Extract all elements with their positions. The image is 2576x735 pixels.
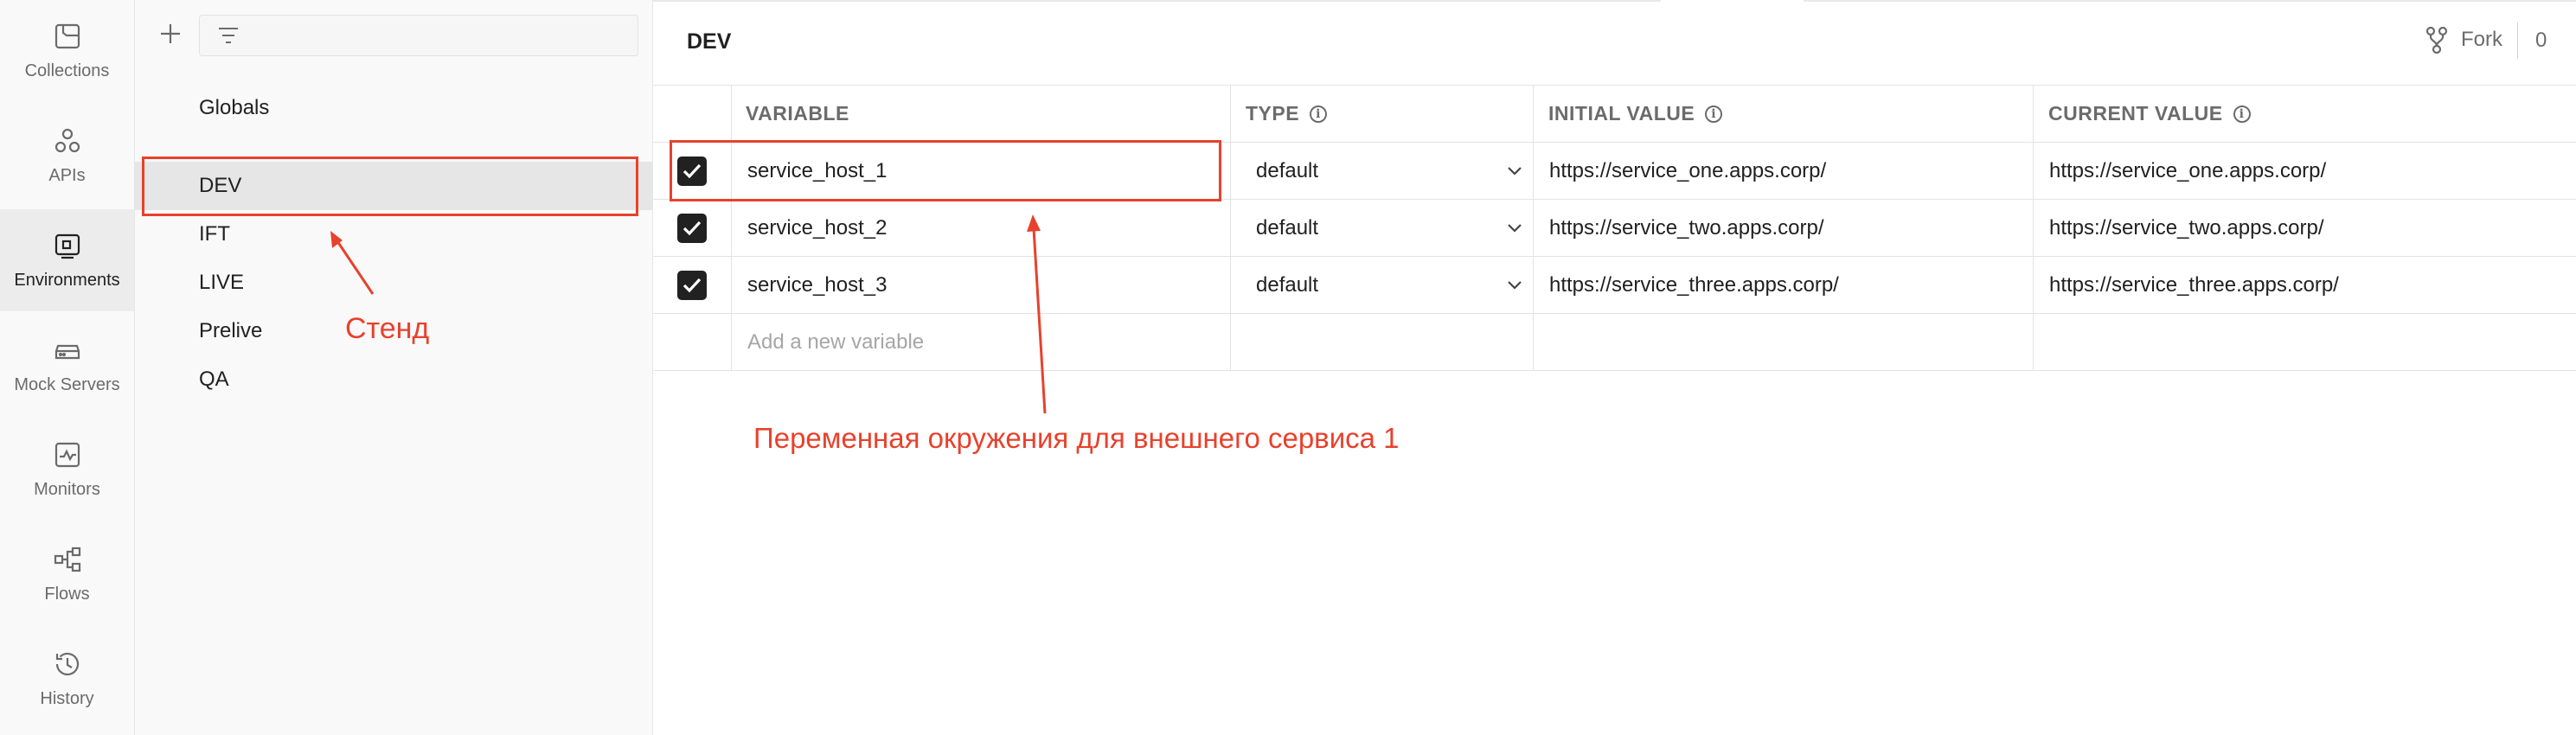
initial-value: https://service_two.apps.corp/ xyxy=(1549,215,1824,240)
sidebar-item-label: Environments xyxy=(14,270,120,290)
type-select[interactable]: default xyxy=(1256,257,1522,313)
history-icon xyxy=(55,652,79,675)
sidebar-item-label: Flows xyxy=(44,584,90,604)
chevron-down-icon xyxy=(1508,280,1522,290)
plus-icon xyxy=(161,24,180,43)
current-value: https://service_two.apps.corp/ xyxy=(2049,215,2324,240)
new-variable-placeholder: Add a new variable xyxy=(747,329,925,354)
column-header-label: INITIAL VALUE xyxy=(1548,102,1695,125)
filter-icon xyxy=(219,28,238,43)
sidebar-item-monitors[interactable]: Monitors xyxy=(0,419,134,521)
initial-value-cell[interactable]: https://service_two.apps.corp/ xyxy=(1549,200,1823,256)
stand-annotation: Стенд xyxy=(345,312,430,345)
fork-button[interactable]: Fork xyxy=(2425,26,2502,54)
sidebar-item-flows[interactable]: Flows xyxy=(0,523,134,625)
current-value: https://service_one.apps.corp/ xyxy=(2049,158,2327,182)
environment-item-globals[interactable]: Globals xyxy=(135,84,652,132)
initial-value-cell[interactable]: https://service_one.apps.corp/ xyxy=(1549,143,1826,199)
environment-item-qa[interactable]: QA xyxy=(135,355,652,404)
fork-label: Fork xyxy=(2461,28,2502,51)
type-select[interactable]: default xyxy=(1256,200,1522,256)
variable-name-cell[interactable]: service_host_3 xyxy=(747,257,887,313)
environment-item-ift[interactable]: IFT xyxy=(135,210,652,259)
sidebar-item-mock-servers[interactable]: Mock Servers xyxy=(0,314,134,416)
row-checkbox[interactable] xyxy=(677,200,707,256)
table-header-row: VARIABLE TYPE i INITIAL VALUE i CURRENT … xyxy=(653,86,2576,143)
environment-item-live[interactable]: LIVE xyxy=(135,259,652,307)
environments-icon xyxy=(54,233,80,259)
type-value: default xyxy=(1256,215,1319,240)
fork-icon xyxy=(2425,26,2448,54)
chevron-down-icon xyxy=(1508,223,1522,233)
initial-value-cell[interactable]: https://service_three.apps.corp/ xyxy=(1549,257,1839,313)
column-header-label: CURRENT VALUE xyxy=(2048,102,2223,125)
sidebar-item-collections[interactable]: Collections xyxy=(0,0,134,102)
environment-editor: DEV Fork 0 VARIABLE TYPE i INITIAL VALUE… xyxy=(653,0,2576,735)
column-header-type: TYPE i xyxy=(1246,86,1328,142)
checkmark-icon xyxy=(677,270,707,300)
top-divider xyxy=(653,0,1661,2)
top-divider xyxy=(1804,0,2576,2)
stand-arrow xyxy=(330,231,375,295)
collections-icon xyxy=(54,23,80,48)
variable-name: service_host_2 xyxy=(747,215,888,240)
environment-label: IFT xyxy=(199,222,230,246)
column-header-variable: VARIABLE xyxy=(746,86,849,142)
column-header-current-value: CURRENT VALUE i xyxy=(2048,86,2251,142)
sidebar-item-label: Mock Servers xyxy=(14,374,120,394)
fork-divider xyxy=(2517,22,2518,59)
mock-servers-icon xyxy=(54,344,80,359)
table-row: service_host_3 default https://service_t… xyxy=(653,257,2576,314)
current-value-cell[interactable]: https://service_three.apps.corp/ xyxy=(2049,257,2339,313)
variable-name: service_host_3 xyxy=(747,272,888,297)
new-variable-input[interactable]: Add a new variable xyxy=(747,314,924,370)
environment-label: Globals xyxy=(199,96,270,119)
environment-label: Prelive xyxy=(199,319,263,342)
monitors-icon xyxy=(54,442,80,467)
initial-value: https://service_three.apps.corp/ xyxy=(1549,272,1839,297)
sidebar-item-apis[interactable]: APIs xyxy=(0,105,134,207)
create-environment-button[interactable] xyxy=(156,19,185,48)
info-icon[interactable]: i xyxy=(1705,105,1723,123)
current-value: https://service_three.apps.corp/ xyxy=(2049,272,2339,297)
environment-label: LIVE xyxy=(199,271,245,294)
dev-highlight-box xyxy=(142,157,638,216)
environment-label: QA xyxy=(199,368,229,391)
table-row-new: Add a new variable xyxy=(653,314,2576,371)
info-icon[interactable]: i xyxy=(1310,105,1328,123)
current-value-cell[interactable]: https://service_two.apps.corp/ xyxy=(2049,200,2323,256)
filter-input[interactable] xyxy=(199,15,638,56)
row-checkbox[interactable] xyxy=(677,257,707,313)
type-select[interactable]: default xyxy=(1256,143,1522,199)
variable-annotation: Переменная окружения для внешнего сервис… xyxy=(753,422,1400,454)
column-header-label: VARIABLE xyxy=(746,102,849,125)
fork-count: 0 xyxy=(2535,29,2547,52)
sidebar-item-label: Collections xyxy=(24,61,110,80)
chevron-down-icon xyxy=(1508,166,1522,176)
apis-icon xyxy=(54,128,80,152)
sidebar-item-label: APIs xyxy=(48,165,86,185)
type-value: default xyxy=(1256,158,1319,182)
variable-arrow xyxy=(1027,214,1047,414)
sidebar-item-environments[interactable]: Environments xyxy=(0,209,134,311)
sidebar-item-history[interactable]: History xyxy=(0,628,134,730)
current-value-cell[interactable]: https://service_one.apps.corp/ xyxy=(2049,143,2326,199)
sidebar-item-label: Monitors xyxy=(34,479,100,499)
variable-name-cell[interactable]: service_host_2 xyxy=(747,200,887,256)
column-header-label: TYPE xyxy=(1246,102,1300,125)
type-value: default xyxy=(1256,272,1319,297)
environments-panel: Globals DEV IFT LIVE Prelive QA Стенд xyxy=(135,0,653,735)
sidebar-item-label: History xyxy=(40,688,94,708)
checkmark-icon xyxy=(677,213,707,243)
variable-highlight-box xyxy=(670,140,1221,201)
sidebar-rail: Collections APIs Environments Mock Serve… xyxy=(0,0,135,735)
info-icon[interactable]: i xyxy=(2233,105,2251,123)
page-title: DEV xyxy=(687,29,732,54)
flows-icon xyxy=(54,546,80,572)
table-row: service_host_2 default https://service_t… xyxy=(653,200,2576,257)
initial-value: https://service_one.apps.corp/ xyxy=(1549,158,1827,182)
column-header-initial-value: INITIAL VALUE i xyxy=(1548,86,1723,142)
